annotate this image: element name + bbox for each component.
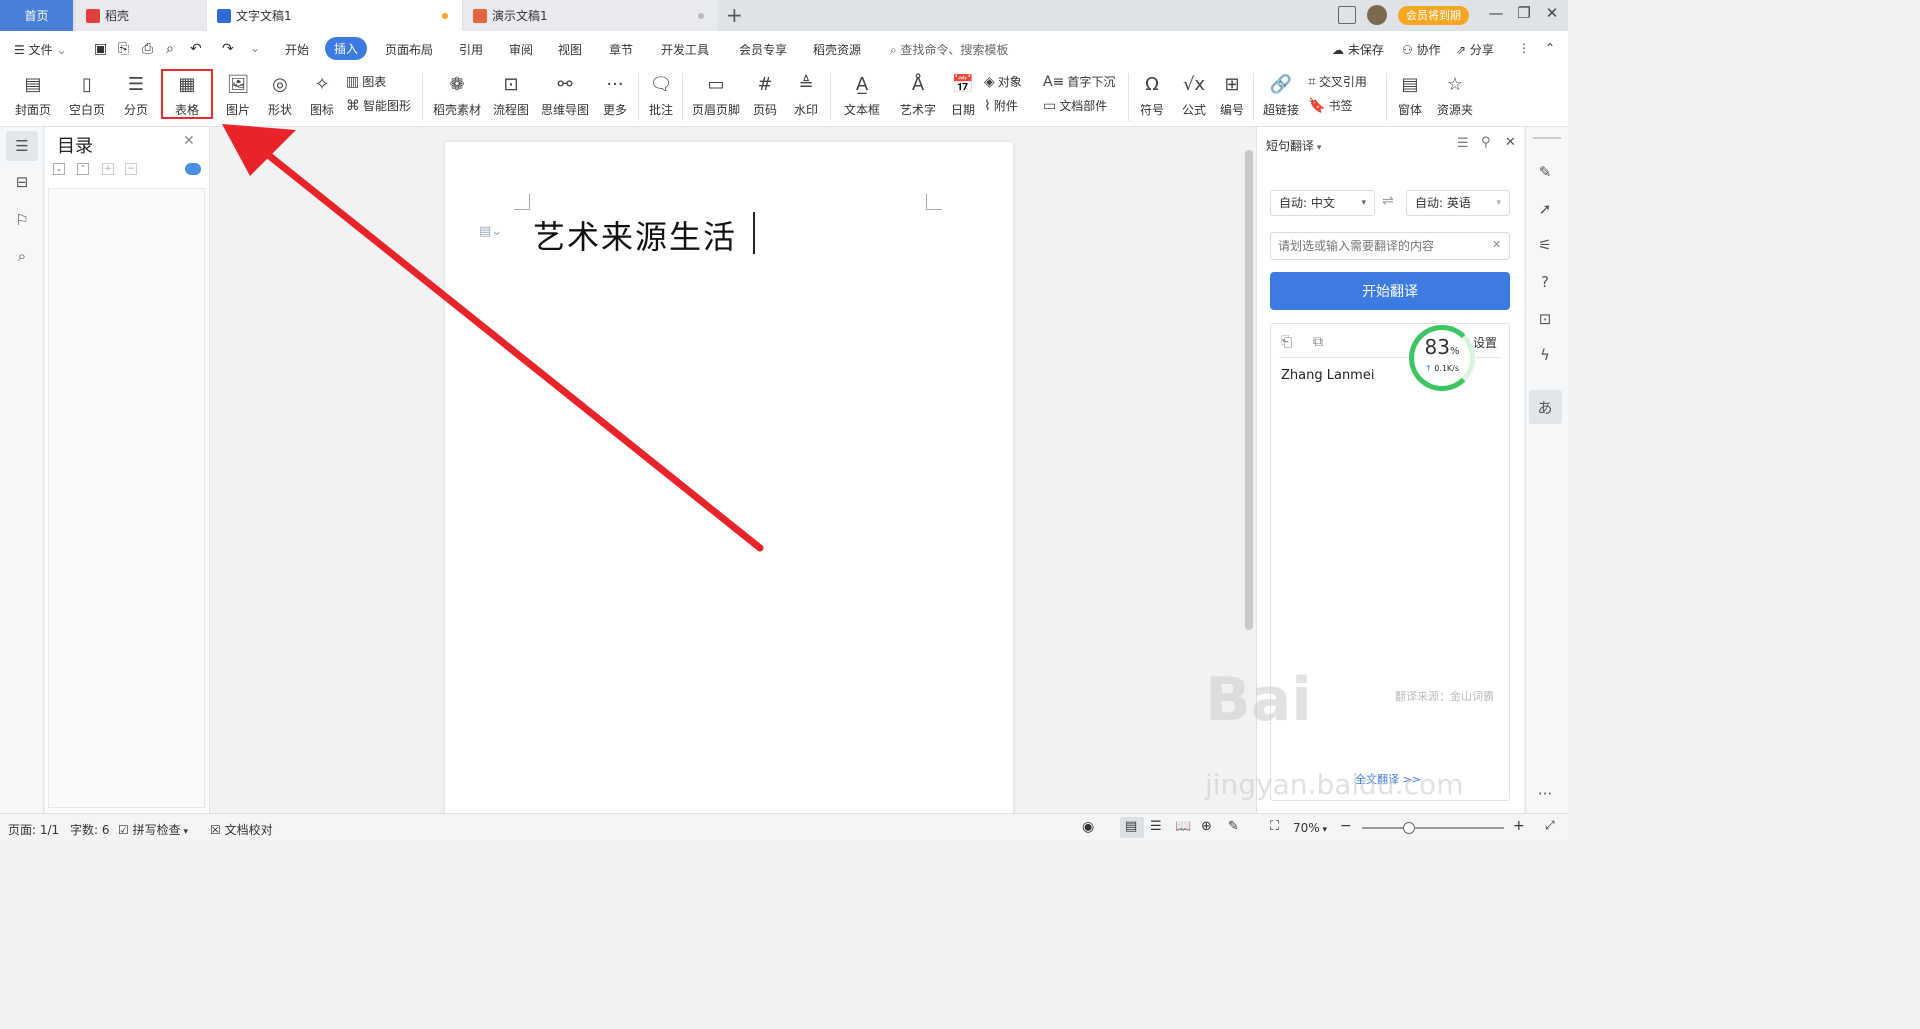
checkbox-icon: ☑ <box>118 823 133 837</box>
image-tool-icon[interactable]: ⊡ <box>1535 310 1555 330</box>
pointer-icon[interactable]: ➚ <box>1535 200 1555 220</box>
translate-icon[interactable]: あ <box>1535 397 1555 417</box>
proofread-button[interactable]: ☒ 文档校对 <box>210 821 273 838</box>
speed-rate-value: 0.1K/s <box>1434 364 1460 373</box>
translation-source: 翻译来源：金山词霸 <box>1395 690 1494 703</box>
source-language-select[interactable]: 自动: 中文 ▾ <box>1270 190 1375 216</box>
translate-input[interactable] <box>1270 232 1510 260</box>
swap-language-icon[interactable]: ⇌ <box>1382 193 1394 209</box>
fullscreen-icon[interactable]: ⤢ <box>1545 818 1555 833</box>
speed-rate: ↑ 0.1K/s <box>1414 364 1470 373</box>
caret-down-icon: ▾ <box>1319 825 1328 835</box>
outline-view-icon[interactable]: ☰ <box>1150 819 1162 834</box>
spellcheck-label: 拼写检查 <box>132 823 181 837</box>
caret-down-icon: ▾ <box>1496 198 1501 208</box>
copy-icon[interactable]: ⧉ <box>1313 334 1323 350</box>
speed-percent-value: 83 <box>1424 335 1450 359</box>
right-tool-strip <box>1525 127 1568 813</box>
zoom-out-icon[interactable]: − <box>1340 818 1352 834</box>
source-language-label: 自动: 中文 <box>1279 196 1335 210</box>
page-indicator[interactable]: 页面: 1/1 <box>8 821 59 838</box>
zoom-slider-thumb[interactable] <box>1403 822 1415 834</box>
start-translate-button[interactable]: 开始翻译 <box>1270 272 1510 310</box>
watermark-url: jingyan.baidu.com <box>1205 768 1464 801</box>
spellcheck-toggle[interactable]: ☑ 拼写检查 ▾ <box>118 821 188 838</box>
zoom-in-icon[interactable]: + <box>1513 818 1525 834</box>
close-icon[interactable]: ✕ <box>1505 135 1516 150</box>
fit-page-icon[interactable]: ⛶ <box>1270 819 1279 834</box>
zoom-value: 70% <box>1293 821 1320 835</box>
reading-view-icon[interactable]: 📖 <box>1175 819 1191 834</box>
settings-link[interactable]: 设置 <box>1473 334 1497 351</box>
sliders-icon[interactable]: ⚟ <box>1535 236 1555 256</box>
status-bar: 页面: 1/1 字数: 6 ☑ 拼写检查 ▾ ☒ 文档校对 ◉ ▤ ☰ 📖 ⊕ … <box>0 813 1568 840</box>
menu-icon[interactable]: ☰ <box>1457 136 1469 151</box>
pen-icon[interactable]: ✎ <box>1535 163 1555 183</box>
upload-arrow-icon: ↑ <box>1424 364 1435 373</box>
target-language-label: 自动: 英语 <box>1415 196 1471 210</box>
word-count[interactable]: 字数: 6 <box>70 821 110 838</box>
network-speed-widget: 83% ↑ 0.1K/s <box>1409 325 1475 391</box>
percent-sign: % <box>1449 346 1460 357</box>
proof-label: 文档校对 <box>224 823 273 837</box>
zoom-slider-track[interactable] <box>1362 827 1504 829</box>
translate-title[interactable]: 短句翻译 ▾ <box>1266 137 1321 154</box>
web-view-icon[interactable]: ⊕ <box>1201 819 1212 834</box>
target-language-select[interactable]: 自动: 英语 ▾ <box>1406 190 1510 216</box>
translation-result: Zhang Lanmei <box>1281 368 1375 383</box>
caret-down-icon: ▾ <box>180 827 188 837</box>
more-horizontal-icon[interactable]: ··· <box>1535 785 1555 805</box>
speed-percent: 83% <box>1414 337 1470 362</box>
translate-title-label: 短句翻译 <box>1266 139 1315 153</box>
caret-down-icon: ▾ <box>1314 143 1322 153</box>
paste-icon[interactable]: ⎗ <box>1281 334 1292 350</box>
lightning-icon[interactable]: ϟ <box>1535 346 1555 366</box>
help-icon[interactable]: ? <box>1535 273 1555 293</box>
clear-input-icon[interactable]: ✕ <box>1492 238 1501 251</box>
arrow-shaft <box>258 146 764 552</box>
strip-handle <box>1533 137 1561 139</box>
watermark-logo: Bai <box>1205 665 1312 735</box>
zoom-select[interactable]: 70% ▾ <box>1293 821 1327 835</box>
caret-down-icon: ▾ <box>1361 198 1366 208</box>
pen-mode-icon[interactable]: ✎ <box>1228 819 1239 834</box>
proof-icon: ☒ <box>210 823 225 837</box>
page-view-icon[interactable]: ▤ <box>1125 819 1137 834</box>
eye-icon[interactable]: ◉ <box>1082 819 1094 835</box>
pin-icon[interactable]: ⚲ <box>1481 135 1491 150</box>
